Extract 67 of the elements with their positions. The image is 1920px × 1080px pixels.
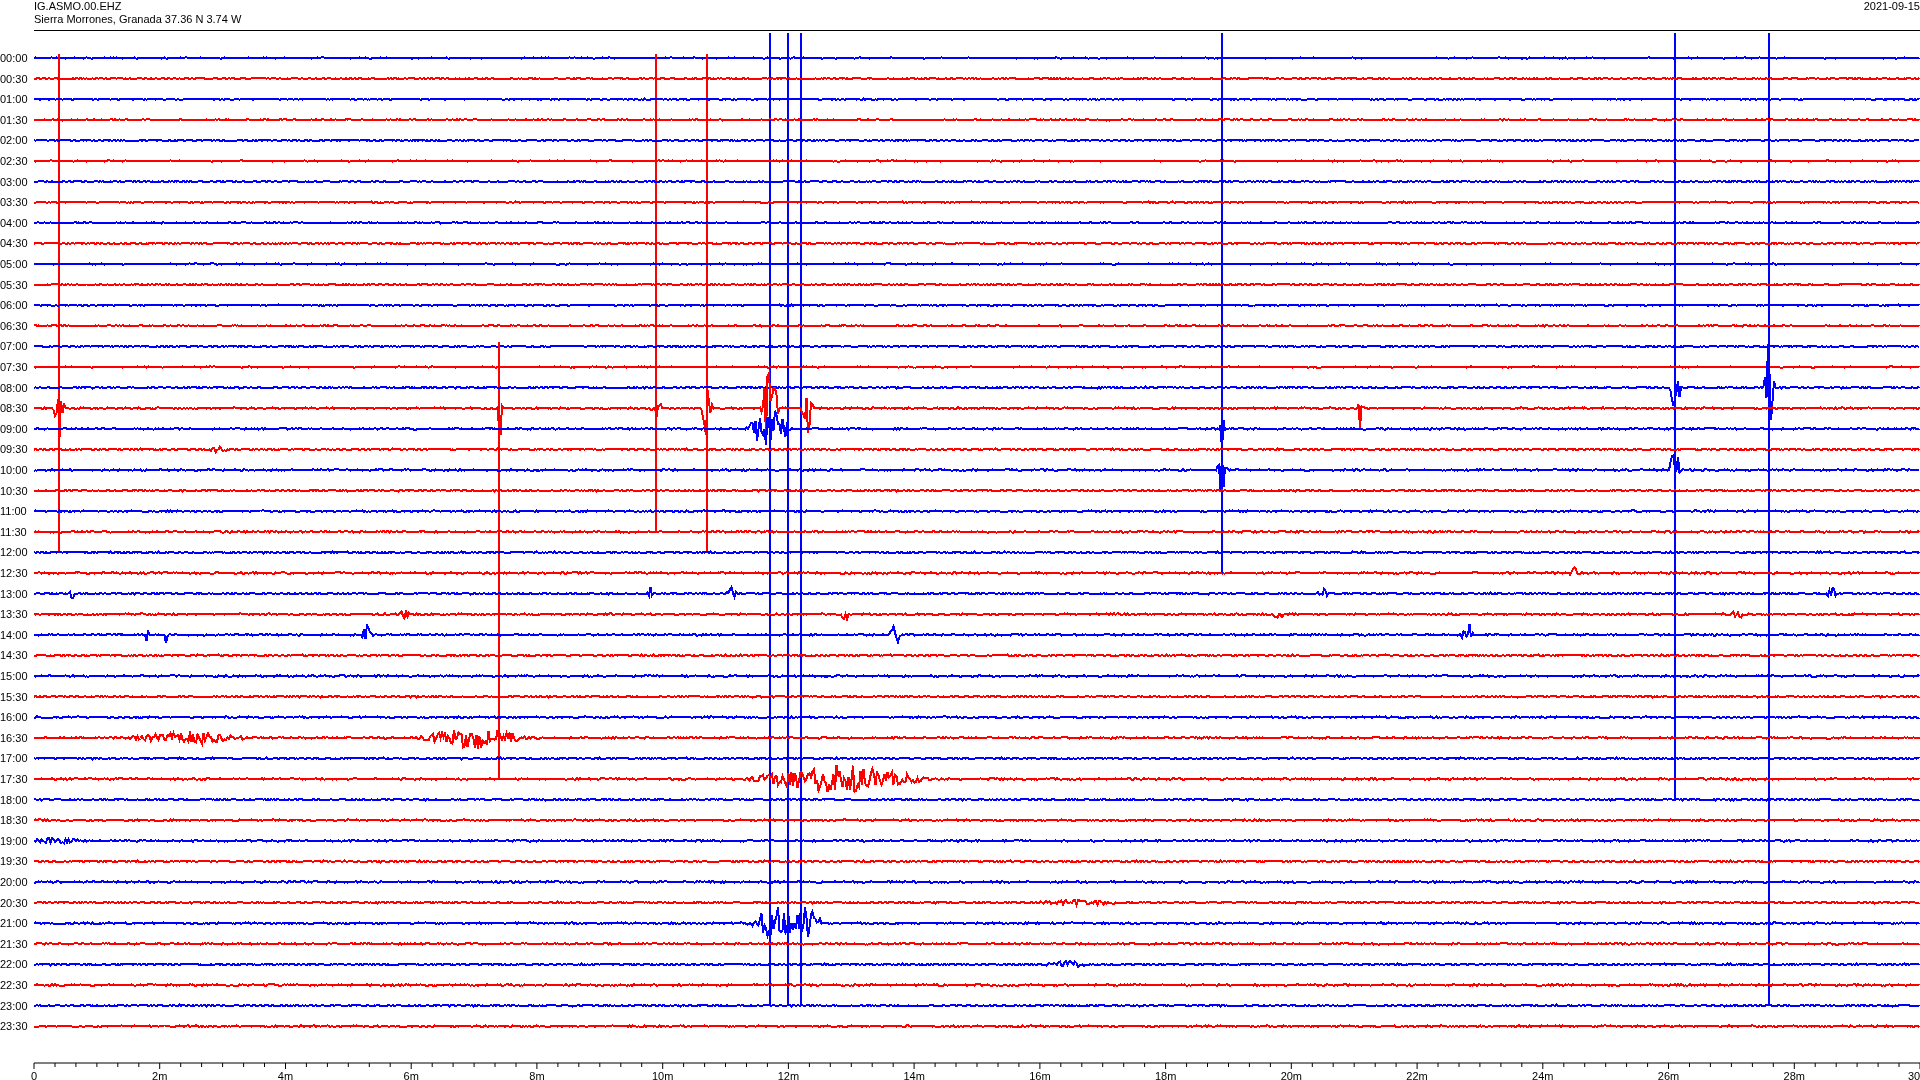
axis-label: 2m [152,1070,168,1080]
time-label: 14:00 [0,628,28,641]
time-label: 09:30 [0,443,28,456]
time-label: 06:00 [0,299,28,312]
axis-label: 12m [777,1070,800,1080]
time-label: 18:00 [0,793,28,806]
time-label: 06:30 [0,319,28,332]
time-label: 17:00 [0,752,28,765]
time-label: 23:00 [0,999,28,1012]
time-label: 21:30 [0,937,28,950]
time-label: 08:00 [0,381,28,394]
time-label: 10:30 [0,484,28,497]
time-label: 12:00 [0,546,28,559]
time-label: 04:30 [0,237,28,250]
time-label: 11:30 [0,525,27,538]
time-label: 13:30 [0,608,28,621]
time-label: 05:30 [0,278,28,291]
axis-label: 0 [30,1070,38,1080]
time-label: 22:30 [0,979,28,991]
time-label: 00:00 [0,52,28,64]
time-label: 20:00 [0,876,28,888]
time-label: 13:00 [0,587,28,600]
axis-label: 14m [903,1070,925,1080]
time-label: 07:30 [0,361,28,373]
time-label: 14:30 [0,649,28,662]
time-label: 12:30 [0,567,28,579]
time-label: 20:30 [0,896,28,909]
time-label: 19:00 [0,834,28,847]
axis-label: 30 [1907,1070,1920,1080]
station-code: IG.ASMO.00.EHZ [34,0,123,13]
time-label: 22:00 [0,958,28,971]
axis-label: 8m [529,1070,545,1080]
plot-date: 2021-09-15 [1863,0,1920,13]
time-label: 16:30 [0,731,28,744]
time-label: 11:00 [0,505,27,518]
axis-label: 22m [1406,1070,1428,1080]
time-label: 09:00 [0,422,28,435]
time-label: 17:30 [0,773,28,785]
time-label: 16:00 [0,711,28,724]
time-label: 02:30 [0,155,28,167]
time-label: 15:30 [0,690,28,703]
time-label: 15:00 [0,670,28,682]
time-label: 18:30 [0,814,28,827]
time-label: 10:00 [0,464,28,476]
time-label: 05:00 [0,258,28,270]
time-label: 07:00 [0,340,28,353]
time-label: 19:30 [0,855,28,868]
axis-label: 4m [277,1070,294,1080]
time-label: 01:30 [0,113,28,126]
axis-label: 6m [403,1070,419,1080]
time-label: 21:00 [0,917,28,930]
axis-label: 24m [1532,1070,1554,1080]
axis-label: 26m [1657,1070,1680,1080]
axis-label: 28m [1783,1070,1805,1080]
time-label: 02:00 [0,134,28,147]
time-label: 03:30 [0,196,28,209]
axis-label: 20m [1280,1070,1303,1080]
time-label: 08:30 [0,402,28,415]
time-label: 01:00 [0,93,28,106]
station-location: Sierra Morrones, Granada 37.36 N 3.74 W [34,13,242,26]
axis-label: 16m [1029,1070,1051,1080]
time-label: 03:00 [0,175,28,188]
axis-label: 10m [651,1070,674,1080]
time-label: 23:30 [0,1020,28,1033]
time-label: 04:00 [0,216,28,229]
axis-label: 18m [1154,1070,1177,1080]
time-label: 00:30 [0,72,28,85]
